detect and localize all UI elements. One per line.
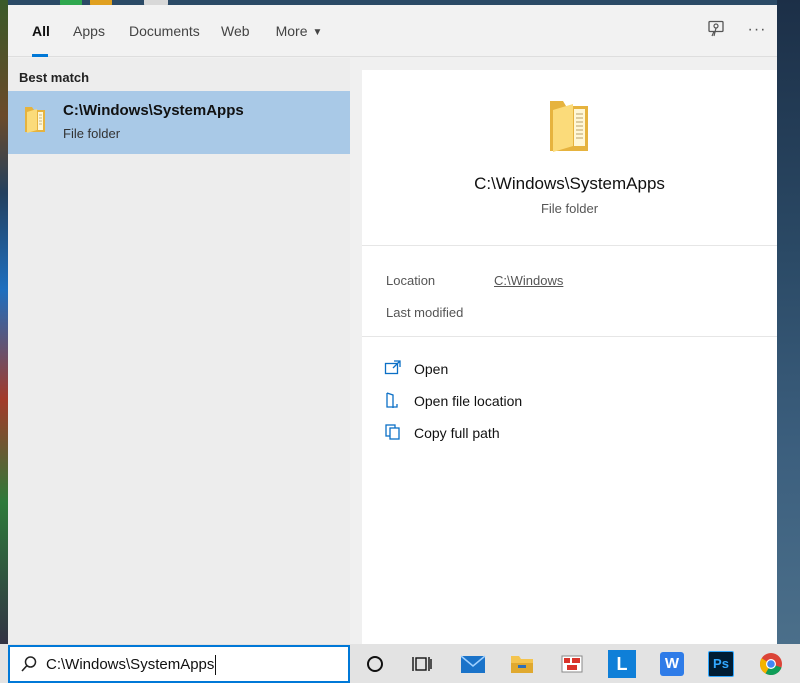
chrome-icon	[760, 653, 782, 676]
l-app-button[interactable]: L	[608, 650, 636, 678]
location-label: Location	[386, 273, 436, 288]
cortana-button[interactable]	[361, 650, 389, 678]
task-view-button[interactable]	[408, 650, 436, 678]
file-explorer-button[interactable]	[508, 650, 536, 678]
location-link[interactable]: C:\Windows	[494, 273, 563, 288]
mail-icon	[460, 655, 486, 673]
cortana-icon	[367, 656, 383, 672]
best-match-heading: Best match	[19, 70, 90, 85]
tab-all-label: All	[32, 23, 50, 39]
tab-documents[interactable]: Documents	[129, 5, 200, 57]
file-location-icon	[386, 392, 398, 408]
search-icon	[21, 656, 37, 672]
tab-web-label: Web	[221, 23, 250, 39]
divider	[362, 336, 777, 337]
wps-button[interactable]: W	[658, 650, 686, 678]
desktop-background-left	[0, 0, 8, 644]
tab-apps[interactable]: Apps	[73, 5, 105, 57]
chrome-button[interactable]	[757, 650, 785, 678]
desktop-background-right	[777, 0, 800, 644]
last-modified-label: Last modified	[386, 305, 464, 320]
tab-more-label: More	[275, 23, 308, 39]
divider	[362, 245, 777, 246]
open-icon	[384, 360, 401, 375]
preview-title: C:\Windows\SystemApps	[474, 174, 665, 193]
best-match-subtitle: File folder	[63, 126, 121, 141]
folder-icon	[25, 107, 45, 133]
taskbar-search-box[interactable]	[8, 645, 350, 683]
copy-full-path-action[interactable]: Copy full path	[384, 422, 644, 446]
copy-icon	[385, 424, 400, 440]
open-file-location-action[interactable]: Open file location	[384, 390, 644, 414]
photoshop-icon: Ps	[713, 656, 729, 671]
copy-full-path-label: Copy full path	[414, 425, 500, 441]
results-pane: Best match C:\Windows\SystemApps File fo…	[8, 58, 350, 644]
tab-more[interactable]: More ▼	[274, 5, 324, 57]
l-app-icon: L	[616, 654, 628, 674]
taskbar: L W Ps	[0, 644, 800, 683]
mail-button[interactable]	[459, 650, 487, 678]
preview-subtitle: File folder	[540, 201, 599, 216]
tab-all[interactable]: All	[32, 5, 50, 57]
tab-web[interactable]: Web	[221, 5, 250, 57]
more-options-icon: ···	[747, 21, 767, 38]
best-match-result[interactable]: C:\Windows\SystemApps File folder	[8, 91, 350, 154]
preview-pane: C:\Windows\SystemApps File folder Locati…	[362, 70, 777, 644]
more-options-button[interactable]: ···	[746, 19, 768, 41]
text-cursor	[215, 655, 216, 675]
search-window: All Apps Documents Web More ▼ ··· Best ma…	[8, 5, 777, 644]
photoshop-button[interactable]: Ps	[707, 650, 735, 678]
file-explorer-icon	[511, 656, 533, 673]
feedback-icon	[708, 20, 724, 37]
wps-icon: W	[664, 655, 680, 672]
pinned-app-icon	[561, 655, 583, 673]
search-tab-bar: All Apps Documents Web More ▼ ···	[8, 5, 777, 57]
task-view-icon	[412, 657, 432, 671]
open-action[interactable]: Open	[384, 358, 644, 382]
large-folder-icon	[550, 101, 588, 152]
search-input[interactable]	[46, 653, 336, 675]
open-file-location-label: Open file location	[414, 393, 523, 409]
best-match-title: C:\Windows\SystemApps	[63, 102, 244, 119]
pinned-app-button[interactable]	[558, 650, 586, 678]
tab-documents-label: Documents	[129, 23, 200, 39]
open-label: Open	[414, 361, 449, 377]
feedback-button[interactable]	[705, 19, 727, 41]
caret-down-icon: ▼	[312, 27, 323, 38]
tab-apps-label: Apps	[73, 23, 105, 39]
